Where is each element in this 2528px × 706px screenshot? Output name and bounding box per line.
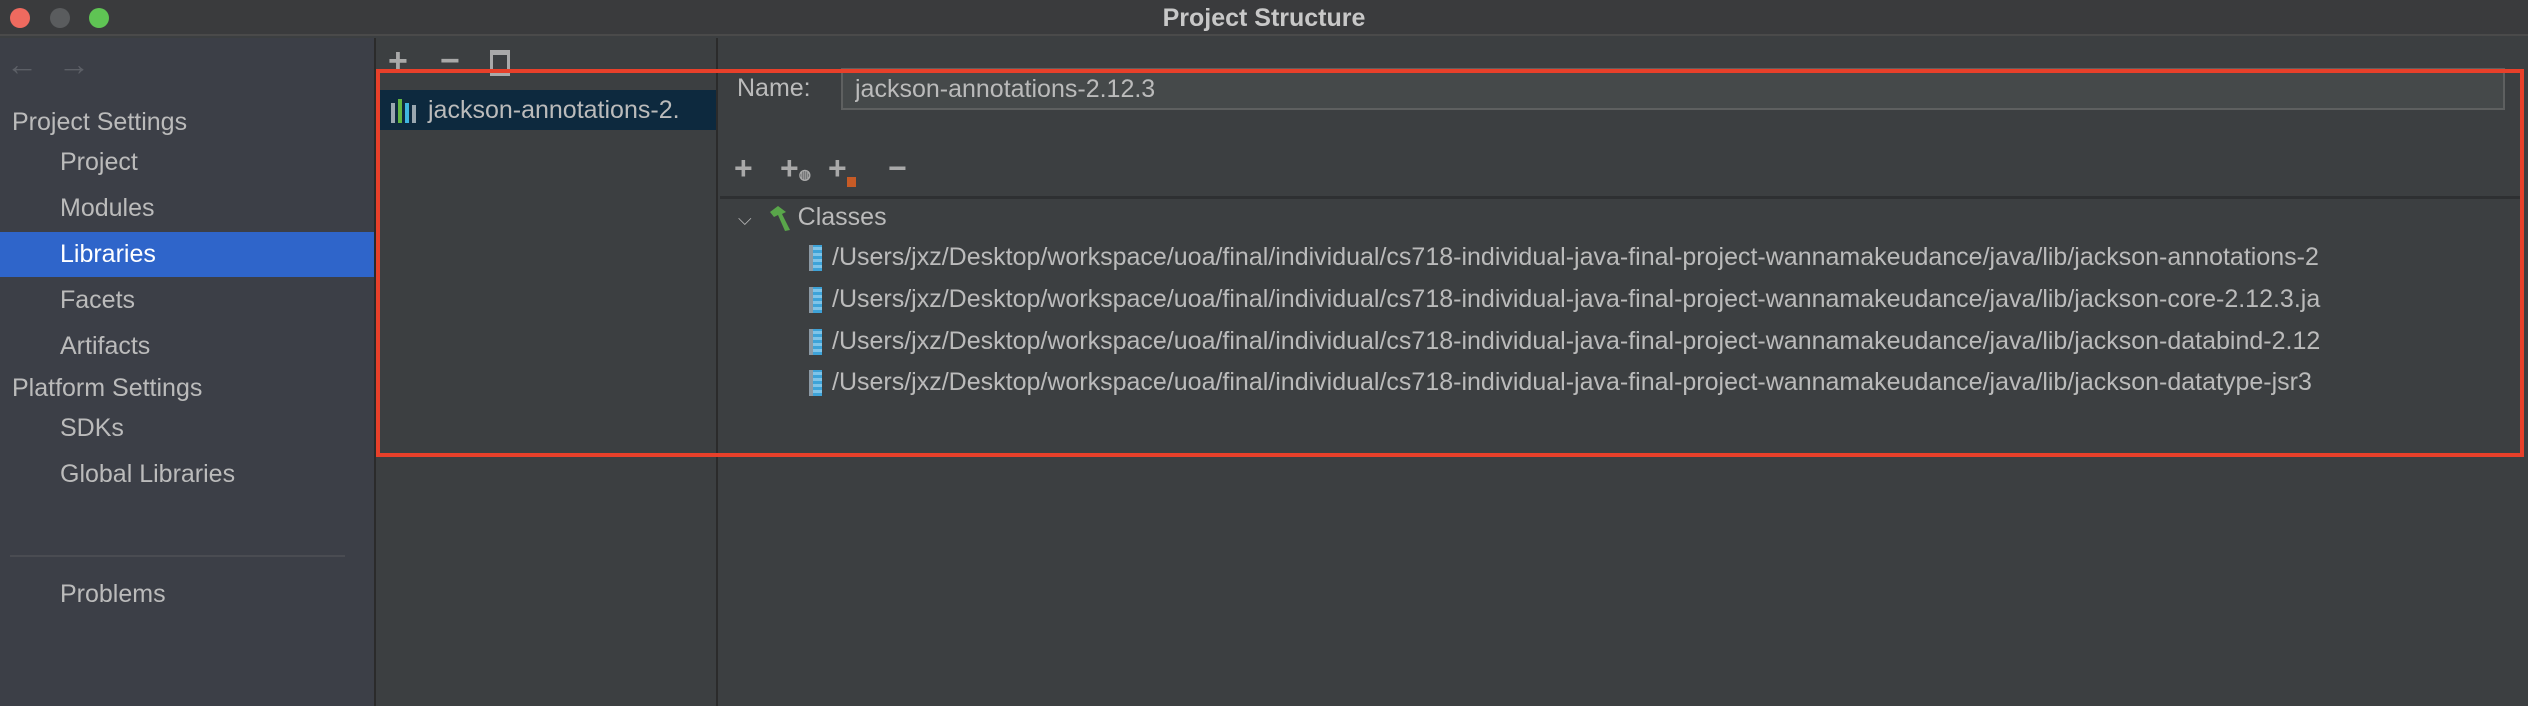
library-detail-panel: Name: + +◍ + − ⌵Classes /Users/jxz/Deskt… <box>718 38 2528 706</box>
title-bar: Project Structure <box>0 0 2528 36</box>
globe-icon: ◍ <box>798 166 811 182</box>
add-folder-button[interactable]: + <box>828 150 856 187</box>
class-root-row[interactable]: /Users/jxz/Desktop/workspace/uoa/final/i… <box>809 285 2320 314</box>
section-project-settings: Project Settings <box>12 108 188 136</box>
sidebar-item-global-libraries[interactable]: Global Libraries <box>0 452 374 497</box>
sidebar: ← → Project Settings Project Modules Lib… <box>0 38 374 706</box>
add-classes-button[interactable]: + <box>734 150 753 187</box>
add-url-button[interactable]: +◍ <box>780 150 811 187</box>
sidebar-item-problems[interactable]: Problems <box>0 572 374 617</box>
library-list-item[interactable]: jackson-annotations-2. <box>380 90 716 130</box>
library-name: jackson-annotations-2. <box>428 96 680 124</box>
sidebar-item-project[interactable]: Project <box>0 140 374 185</box>
class-root-path: /Users/jxz/Desktop/workspace/uoa/final/i… <box>832 243 2319 271</box>
sidebar-item-artifacts[interactable]: Artifacts <box>0 324 374 369</box>
remove-library-button[interactable]: − <box>440 42 460 81</box>
jar-icon <box>809 329 822 356</box>
class-root-path: /Users/jxz/Desktop/workspace/uoa/final/i… <box>832 368 2312 396</box>
class-root-path: /Users/jxz/Desktop/workspace/uoa/final/i… <box>832 327 2321 355</box>
class-root-path: /Users/jxz/Desktop/workspace/uoa/final/i… <box>832 285 2321 313</box>
chevron-down-icon[interactable]: ⌵ <box>738 209 752 229</box>
sidebar-item-libraries[interactable]: Libraries <box>0 232 374 277</box>
library-icon <box>391 99 416 124</box>
sidebar-divider <box>10 555 345 557</box>
classes-label: Classes <box>797 203 887 231</box>
class-root-row[interactable]: /Users/jxz/Desktop/workspace/uoa/final/i… <box>809 243 2319 272</box>
add-url-label: + <box>780 150 799 186</box>
remove-root-button[interactable]: − <box>888 150 907 187</box>
jar-icon <box>809 370 822 397</box>
sidebar-item-sdks[interactable]: SDKs <box>0 406 374 451</box>
class-root-row[interactable]: /Users/jxz/Desktop/workspace/uoa/final/i… <box>809 327 2320 356</box>
class-root-row[interactable]: /Users/jxz/Desktop/workspace/uoa/final/i… <box>809 368 2312 397</box>
library-list-panel: + − jackson-annotations-2. <box>374 38 718 706</box>
sidebar-item-modules[interactable]: Modules <box>0 186 374 231</box>
add-library-button[interactable]: + <box>388 42 408 81</box>
add-folder-label: + <box>828 150 847 186</box>
back-arrow-icon[interactable]: ← <box>6 46 38 83</box>
name-label: Name: <box>737 74 811 102</box>
library-name-input[interactable] <box>841 68 2505 110</box>
hammer-icon <box>769 206 790 232</box>
roots-tree: ⌵ Classes /Users/jxz/Desktop/workspace/uo… <box>718 199 2522 706</box>
forward-arrow-icon[interactable]: → <box>58 46 90 83</box>
folder-icon <box>846 177 856 187</box>
classes-node[interactable]: ⌵ Classes <box>738 203 887 232</box>
window-title: Project Structure <box>1162 4 1366 32</box>
sidebar-item-facets[interactable]: Facets <box>0 278 374 323</box>
copy-icon[interactable] <box>490 50 510 76</box>
jar-icon <box>809 287 822 314</box>
jar-icon <box>809 245 822 272</box>
section-platform-settings: Platform Settings <box>12 374 203 402</box>
